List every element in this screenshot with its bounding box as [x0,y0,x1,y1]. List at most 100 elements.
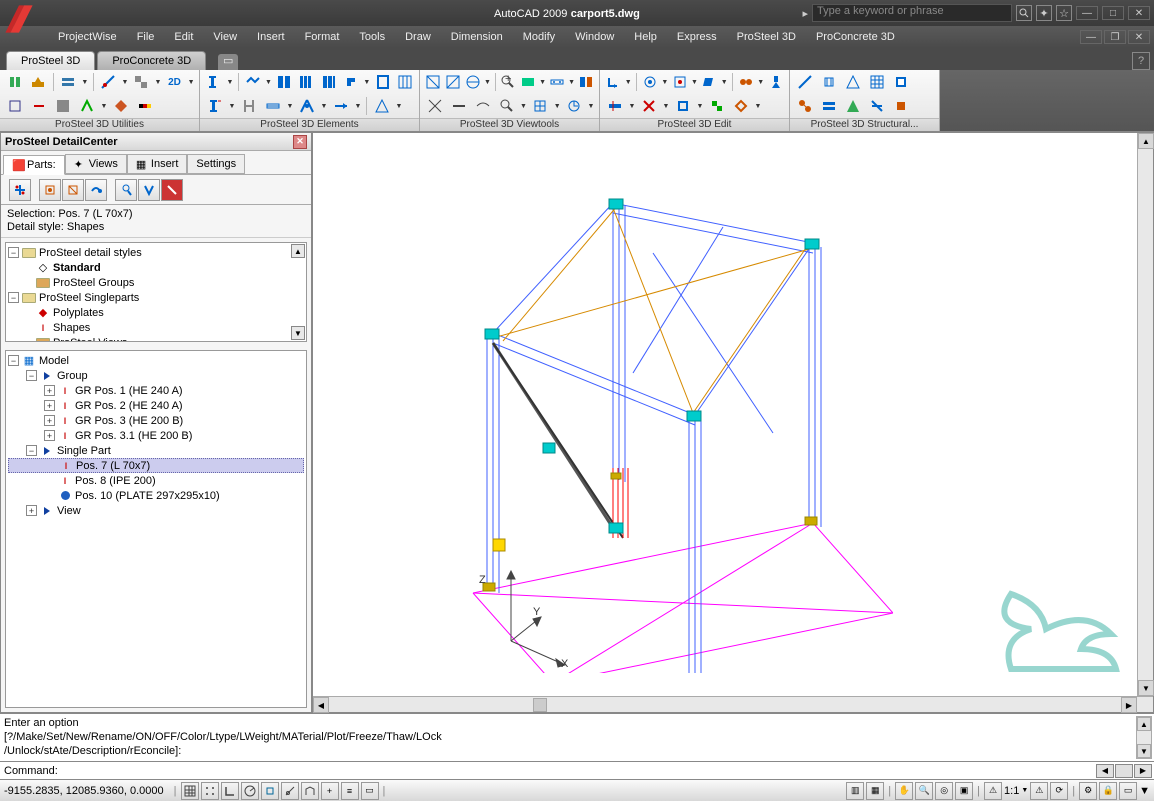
ed-btn-2-drop[interactable]: ▼ [661,71,668,93]
tab-help-icon[interactable]: ? [1132,52,1150,70]
vt-btn-6[interactable] [548,71,566,93]
expander-icon[interactable]: − [8,355,19,366]
menu-insert[interactable]: Insert [247,31,295,43]
polar-button[interactable] [241,782,259,800]
tab-insert[interactable]: ▦Insert [127,154,188,174]
comm-center-icon[interactable]: ✦ [1036,5,1052,21]
expander-icon[interactable]: − [8,247,19,258]
menu-projectwise[interactable]: ProjectWise [48,31,127,43]
elem-btn-2-drop[interactable]: ▼ [265,71,272,93]
elem-btn-r5-drop[interactable]: ▼ [354,95,362,117]
menu-prosteel[interactable]: ProSteel 3D [727,31,806,43]
tab-parts[interactable]: 🟥Parts: [3,155,65,175]
elem-btn-r2[interactable] [238,95,260,117]
expander-icon[interactable]: + [44,400,55,411]
ed-btn-6[interactable] [766,71,785,93]
annotation-autoscale-button[interactable]: ⟳ [1050,782,1068,800]
st-btn-5[interactable] [890,71,912,93]
tree-polyplates[interactable]: ◆ Polyplates [8,305,304,320]
util-btn-r1[interactable] [4,95,26,117]
ed-btn-r3-drop[interactable]: ▼ [696,95,704,117]
hscroll-thumb[interactable] [533,698,547,712]
expander-icon[interactable]: + [44,385,55,396]
dc-tool-1[interactable] [9,179,31,201]
elem-btn-r4-drop[interactable]: ▼ [320,95,328,117]
elem-btn-r1-drop[interactable]: ▼ [228,95,236,117]
annotation-scale-icon[interactable]: ⚠ [984,782,1002,800]
elem-btn-1[interactable] [204,71,224,93]
detailcenter-close-button[interactable]: ✕ [293,135,307,149]
tab-views[interactable]: ✦Views [65,154,127,174]
expander-icon[interactable]: + [26,505,37,516]
tree-gr-pos-1[interactable]: + I GR Pos. 1 (HE 240 A) [8,383,304,398]
vt-btn-r3[interactable] [472,95,494,117]
vt-btn-5[interactable] [519,71,537,93]
ed-btn-2[interactable] [641,71,660,93]
ed-btn-1[interactable] [604,71,623,93]
elem-btn-r3-drop[interactable]: ▼ [286,95,294,117]
doc-restore-button[interactable]: ❐ [1104,30,1126,44]
cmd-scroll-thumb[interactable] [1115,764,1133,778]
menu-edit[interactable]: Edit [164,31,203,43]
model-viewport[interactable]: Z Y X ▲ ▼ ◀ ▶ [312,132,1154,713]
ed-btn-r5[interactable] [730,95,752,117]
tab-prosteel-3d[interactable]: ProSteel 3D [6,51,95,70]
scroll-down-icon[interactable]: ▼ [1137,744,1151,758]
elem-btn-r5[interactable] [330,95,352,117]
ed-btn-r1[interactable] [604,95,626,117]
vt-btn-2[interactable] [444,71,462,93]
ed-btn-r5-drop[interactable]: ▼ [754,95,762,117]
ed-btn-4[interactable] [700,71,719,93]
util-btn-4-drop[interactable]: ▼ [121,71,129,93]
scroll-up-icon[interactable]: ▲ [1137,717,1151,731]
util-btn-r4-drop[interactable]: ▼ [100,95,108,117]
st-btn-4[interactable] [866,71,888,93]
elem-btn-1-drop[interactable]: ▼ [226,71,233,93]
qp-button[interactable]: ▭ [361,782,379,800]
ed-btn-5-drop[interactable]: ▼ [757,71,764,93]
ed-btn-r2[interactable] [638,95,660,117]
vt-btn-r4[interactable] [496,95,518,117]
util-btn-r3[interactable] [52,95,74,117]
menu-view[interactable]: View [203,31,247,43]
scroll-right-icon[interactable]: ▶ [1121,697,1137,713]
elem-btn-6[interactable] [341,71,361,93]
tab-proconcrete-3d[interactable]: ProConcrete 3D [97,51,206,70]
dc-tool-4[interactable] [85,179,107,201]
util-btn-5[interactable] [131,71,152,93]
scroll-left-icon[interactable]: ◀ [313,697,329,713]
vt-btn-r5[interactable] [529,95,551,117]
scroll-down-icon[interactable]: ▼ [1138,680,1154,696]
ed-btn-3-drop[interactable]: ▼ [691,71,698,93]
toolbar-lock-button[interactable]: 🔒 [1099,782,1117,800]
tree-standard[interactable]: ◇ Standard [8,260,304,275]
tree-singleparts[interactable]: − ProSteel Singleparts [8,290,304,305]
elem-btn-4[interactable] [296,71,316,93]
menu-modify[interactable]: Modify [513,31,565,43]
tab-add-button[interactable]: ▭ [218,54,238,70]
tree-gr-pos-3[interactable]: + I GR Pos. 3 (HE 200 B) [8,413,304,428]
dc-tool-6[interactable] [138,179,160,201]
command-history[interactable]: Enter an option [?/Make/Set/New/Rename/O… [0,713,1154,761]
detailcenter-titlebar[interactable]: ProSteel DetailCenter ✕ [1,133,311,151]
vt-btn-r4-drop[interactable]: ▼ [519,95,527,117]
dc-tool-7[interactable] [161,179,183,201]
tree-detail-styles[interactable]: − ProSteel detail styles [8,245,304,260]
util-btn-r5[interactable] [110,95,132,117]
ducs-button[interactable] [301,782,319,800]
st-btn-r3[interactable] [842,95,864,117]
menu-express[interactable]: Express [667,31,727,43]
util-btn-r2[interactable] [28,95,50,117]
tree-gr-pos-2[interactable]: + I GR Pos. 2 (HE 240 A) [8,398,304,413]
util-btn-2d[interactable]: 2D [164,71,185,93]
vt-btn-5-drop[interactable]: ▼ [539,71,546,93]
dc-tool-2[interactable] [39,179,61,201]
lwt-button[interactable]: ≡ [341,782,359,800]
elem-btn-r3[interactable] [262,95,284,117]
vt-btn-6-drop[interactable]: ▼ [568,71,575,93]
menu-format[interactable]: Format [295,31,350,43]
ed-btn-r2-drop[interactable]: ▼ [662,95,670,117]
ed-btn-5[interactable] [737,71,756,93]
util-btn-1[interactable] [4,71,25,93]
workspace-switch-button[interactable]: ⚙ [1079,782,1097,800]
